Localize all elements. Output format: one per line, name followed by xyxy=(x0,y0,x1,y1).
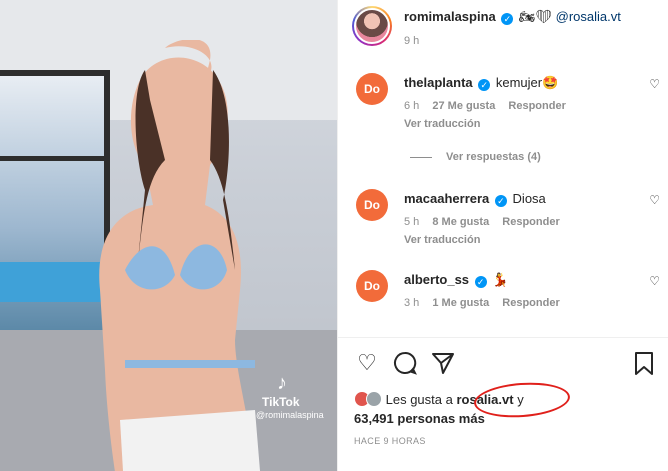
comment-body: 💃 xyxy=(492,272,509,287)
translate-link[interactable]: Ver traducción xyxy=(404,118,480,130)
post-media[interactable]: ♪ TikTok @romimalaspina xyxy=(0,0,337,471)
view-replies-label: Ver respuestas (4) xyxy=(446,151,541,163)
verified-icon: ✓ xyxy=(474,276,487,288)
like-icon[interactable]: ♡ xyxy=(354,350,380,376)
comment-time: 3 h xyxy=(404,297,420,309)
highlight-annotation xyxy=(472,379,572,421)
comment-text: thelaplanta ✓ kemujer🤩 xyxy=(404,75,558,91)
comment-avatar[interactable]: Do xyxy=(356,189,388,221)
post-caption: romimalaspina ✓ 🏍❤ @rosalia.vt xyxy=(404,9,621,25)
comment-like-icon[interactable]: ♡ xyxy=(649,274,660,288)
verified-icon: ✓ xyxy=(494,195,507,207)
reply-button[interactable]: Responder xyxy=(508,100,565,112)
comment-username[interactable]: macaaherrera xyxy=(404,191,489,206)
reply-button[interactable]: Responder xyxy=(502,216,559,228)
comment-likes[interactable]: 1 Me gusta xyxy=(432,297,489,309)
tiktok-label: TikTok xyxy=(262,395,300,409)
comment-likes[interactable]: 8 Me gusta xyxy=(432,216,489,228)
comment-time: 5 h xyxy=(404,216,420,228)
comment-meta: 6 h 27 Me gusta Responder xyxy=(404,100,576,112)
tiktok-username: @romimalaspina xyxy=(256,410,324,420)
author-avatar[interactable] xyxy=(352,6,392,46)
comment-text: macaaherrera ✓ Diosa xyxy=(404,191,546,207)
comment-like-icon[interactable]: ♡ xyxy=(649,77,660,91)
comment-text: alberto_ss ✓ 💃 xyxy=(404,272,508,288)
comment-meta: 5 h 8 Me gusta Responder xyxy=(404,216,570,228)
post-panel: romimalaspina ✓ 🏍❤ @rosalia.vt 9 h Do th… xyxy=(337,0,668,471)
comment-avatar[interactable]: Do xyxy=(356,270,388,302)
save-icon[interactable] xyxy=(631,350,657,376)
comment-username[interactable]: alberto_ss xyxy=(404,272,469,287)
comment-meta: 3 h 1 Me gusta Responder xyxy=(404,297,570,309)
caption-emojis: 🏍❤ xyxy=(519,9,553,24)
liker-avatar xyxy=(366,391,382,407)
share-icon[interactable] xyxy=(430,350,456,376)
author-username[interactable]: romimalaspina xyxy=(404,9,496,24)
comment-body: kemujer🤩 xyxy=(495,75,559,90)
verified-icon: ✓ xyxy=(501,13,514,25)
post-age: HACE 9 HORAS xyxy=(354,436,426,446)
comment-icon[interactable] xyxy=(392,350,418,376)
translate-link[interactable]: Ver traducción xyxy=(404,234,480,246)
caption-mention[interactable]: @rosalia.vt xyxy=(556,9,621,24)
comment-time: 6 h xyxy=(404,100,420,112)
comment-username[interactable]: thelaplanta xyxy=(404,75,473,90)
likes-total[interactable]: 63,491 personas más xyxy=(354,411,485,426)
post-time: 9 h xyxy=(404,35,420,47)
comment-body: Diosa xyxy=(512,191,546,206)
comment-likes[interactable]: 27 Me gusta xyxy=(432,100,495,112)
person-figure xyxy=(99,40,260,471)
reply-button[interactable]: Responder xyxy=(502,297,559,309)
likes-prefix: Les gusta a xyxy=(385,392,453,407)
replies-divider xyxy=(410,156,432,158)
view-replies-button[interactable]: Ver respuestas (4) xyxy=(410,151,541,163)
comment-avatar[interactable]: Do xyxy=(356,73,388,105)
tiktok-watermark: ♪ TikTok xyxy=(262,372,302,409)
post-actions: ♡ Les gusta a rosalia.vt y 63,491 person… xyxy=(338,337,668,471)
verified-icon: ✓ xyxy=(478,79,491,91)
tiktok-logo-icon: ♪ xyxy=(277,372,287,394)
comment-like-icon[interactable]: ♡ xyxy=(649,193,660,207)
